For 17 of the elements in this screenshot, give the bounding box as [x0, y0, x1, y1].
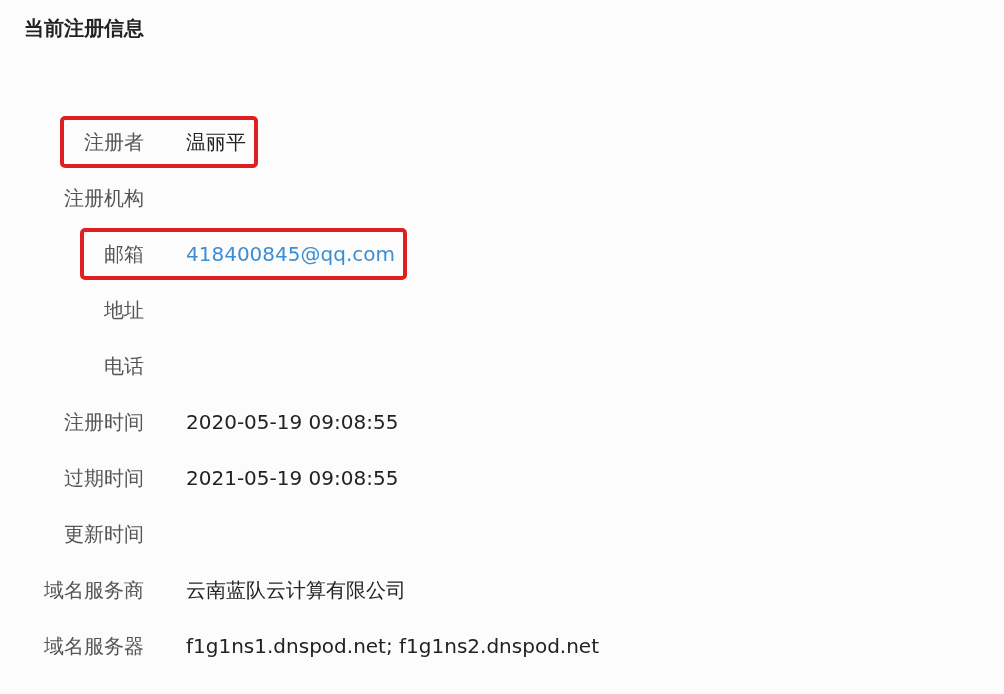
field-label: 更新时间: [64, 522, 144, 546]
field-label: 电话: [104, 354, 144, 378]
field-value: 2020-05-19 09:08:55: [186, 409, 399, 436]
email-link[interactable]: 418400845@qq.com: [186, 240, 395, 268]
section-title: 当前注册信息: [24, 15, 145, 42]
field-label: 注册时间: [64, 410, 144, 434]
field-value: 云南蓝队云计算有限公司: [186, 577, 406, 604]
field-value: f1g1ns1.dnspod.net; f1g1ns2.dnspod.net: [186, 633, 600, 660]
field-label: 注册机构: [64, 186, 144, 210]
field-label: 邮箱: [104, 242, 144, 266]
field-label: 注册者: [84, 130, 144, 154]
field-label: 域名服务商: [44, 578, 144, 602]
field-label: 过期时间: [64, 466, 144, 490]
field-label: 地址: [104, 298, 144, 322]
field-label: 域名服务器: [44, 634, 144, 658]
field-value: 温丽平: [186, 129, 246, 156]
field-value: 2021-05-19 09:08:55: [186, 465, 399, 492]
